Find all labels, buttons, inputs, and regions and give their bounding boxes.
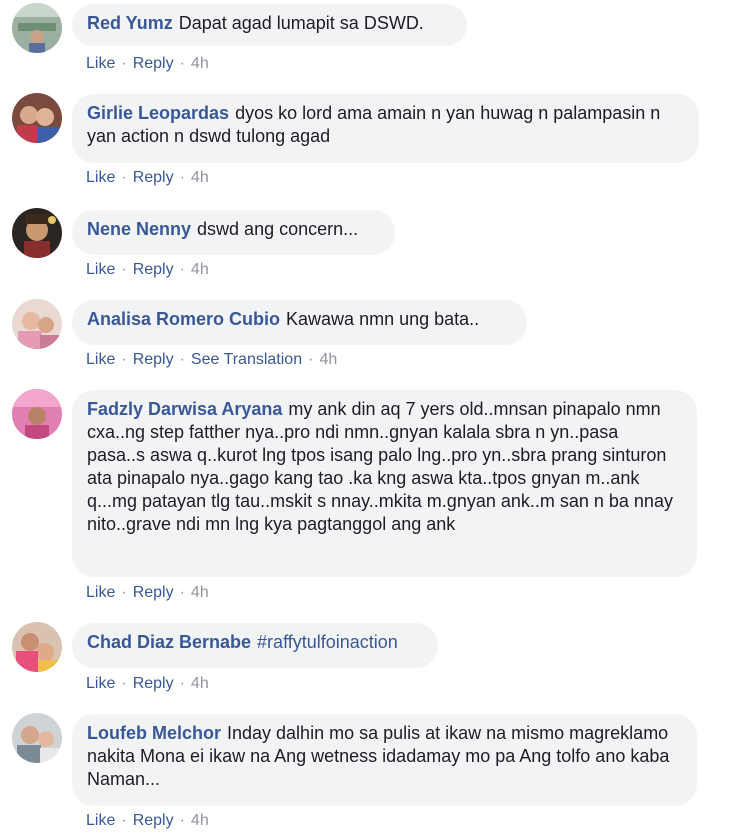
comment-actions: Like · Reply · 4h <box>86 811 209 831</box>
like-button[interactable]: Like <box>86 261 115 278</box>
reply-button[interactable]: Reply <box>133 675 174 692</box>
comment-author[interactable]: Nene Nenny <box>87 219 191 239</box>
like-button[interactable]: Like <box>86 812 115 829</box>
comment-bubble: Loufeb Melchor Inday dalhin mo sa pulis a… <box>72 714 697 806</box>
comment-actions: Like · Reply · 4h <box>86 168 209 188</box>
timestamp[interactable]: 4h <box>191 169 209 186</box>
like-button[interactable]: Like <box>86 675 115 692</box>
avatar[interactable] <box>12 622 62 672</box>
separator: · <box>121 584 127 601</box>
avatar[interactable] <box>12 299 62 349</box>
comment-bubble: Chad Diaz Bernabe #raffytulfoinaction <box>72 623 438 668</box>
comment-author[interactable]: Fadzly Darwisa Aryana <box>87 399 282 419</box>
comment-author[interactable]: Red Yumz <box>87 13 173 33</box>
avatar[interactable] <box>12 389 62 439</box>
timestamp[interactable]: 4h <box>191 261 209 278</box>
comment-text: my ank din aq 7 yers old..mnsan pinapalo… <box>87 399 673 534</box>
timestamp[interactable]: 4h <box>191 675 209 692</box>
separator: · <box>179 812 185 829</box>
comment-author[interactable]: Loufeb Melchor <box>87 723 221 743</box>
reply-button[interactable]: Reply <box>133 261 174 278</box>
comment-bubble: Fadzly Darwisa Aryana my ank din aq 7 yer… <box>72 390 697 577</box>
comment-text: #raffytulfoinaction <box>257 632 398 652</box>
comment-text: Dapat agad lumapit sa DSWD. <box>178 13 424 33</box>
comment-author[interactable]: Girlie Leopardas <box>87 103 229 123</box>
comment-bubble: Nene Nenny dswd ang concern... <box>72 210 395 255</box>
reply-button[interactable]: Reply <box>133 55 174 72</box>
separator: · <box>179 261 185 278</box>
separator: · <box>179 169 185 186</box>
reply-button[interactable]: Reply <box>133 812 174 829</box>
like-button[interactable]: Like <box>86 351 115 368</box>
avatar[interactable] <box>12 3 62 53</box>
avatar[interactable] <box>12 208 62 258</box>
see-translation-button[interactable]: See Translation <box>191 351 302 368</box>
timestamp[interactable]: 4h <box>191 55 209 72</box>
separator: · <box>121 675 127 692</box>
reply-button[interactable]: Reply <box>133 584 174 601</box>
like-button[interactable]: Like <box>86 55 115 72</box>
timestamp[interactable]: 4h <box>319 351 337 368</box>
avatar[interactable] <box>12 713 62 763</box>
reply-button[interactable]: Reply <box>133 169 174 186</box>
separator: · <box>121 55 127 72</box>
comment-actions: Like · Reply · 4h <box>86 54 209 74</box>
reply-button[interactable]: Reply <box>133 351 174 368</box>
timestamp[interactable]: 4h <box>191 812 209 829</box>
comment-text: Kawawa nmn ung bata.. <box>286 309 480 329</box>
comment-author[interactable]: Analisa Romero Cubio <box>87 309 280 329</box>
separator: · <box>121 812 127 829</box>
avatar[interactable] <box>12 93 62 143</box>
separator: · <box>179 55 185 72</box>
separator: · <box>179 675 185 692</box>
separator: · <box>308 351 314 368</box>
separator: · <box>121 261 127 278</box>
comment-bubble: Analisa Romero Cubio Kawawa nmn ung bata.… <box>72 300 527 345</box>
comment-author[interactable]: Chad Diaz Bernabe <box>87 632 251 652</box>
comment-actions: Like · Reply · 4h <box>86 583 209 603</box>
comment-actions: Like · Reply · 4h <box>86 674 209 694</box>
separator: · <box>121 169 127 186</box>
comment-bubble: Girlie Leopardas dyos ko lord ama amain n… <box>72 94 699 163</box>
comment-actions: Like · Reply · 4h <box>86 260 209 280</box>
separator: · <box>179 351 185 368</box>
separator: · <box>121 351 127 368</box>
separator: · <box>179 584 185 601</box>
timestamp[interactable]: 4h <box>191 584 209 601</box>
like-button[interactable]: Like <box>86 584 115 601</box>
like-button[interactable]: Like <box>86 169 115 186</box>
comment-text: dswd ang concern... <box>197 219 359 239</box>
comment-actions: Like · Reply · See Translation · 4h <box>86 350 337 370</box>
comment-bubble: Red Yumz Dapat agad lumapit sa DSWD. <box>72 4 467 46</box>
